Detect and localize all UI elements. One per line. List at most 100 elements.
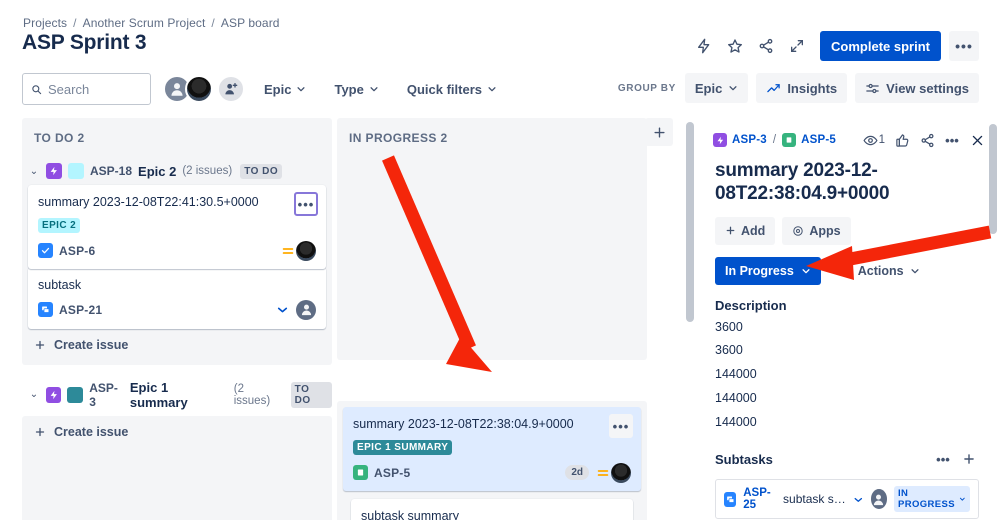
epic-group-header-asp-18[interactable]: ⌄ ASP-18 Epic 2 (2 issues) TO DO [22, 157, 332, 185]
plus-icon [35, 427, 45, 437]
page-scrollbar-thumb[interactable] [989, 124, 997, 234]
panel-subtask-row[interactable]: ASP-25 subtask sum... IN PROGRESS [715, 479, 979, 520]
epic-filter-label: Epic [264, 81, 292, 97]
close-icon[interactable] [965, 128, 989, 152]
issue-card-asp-6[interactable]: summary 2023-12-08T22:41:30.5+0000 ••• E… [28, 185, 326, 269]
add-people-button[interactable] [217, 75, 245, 103]
status-dropdown[interactable]: In Progress [715, 256, 821, 285]
assignee-avatar[interactable] [870, 489, 887, 510]
breadcrumb-item-project[interactable]: Another Scrum Project [83, 16, 206, 30]
medium-priority-icon [282, 247, 294, 254]
search-input[interactable] [48, 81, 142, 97]
subtask-card-asp-21[interactable]: subtask ASP-21 [28, 266, 326, 329]
card-epic-tag[interactable]: EPIC 1 SUMMARY [353, 439, 453, 455]
expand-icon[interactable] [783, 33, 810, 60]
assignee-avatar[interactable] [296, 240, 316, 261]
add-column-button[interactable] [645, 118, 673, 146]
page-scrollbar[interactable] [989, 124, 997, 516]
issue-card-asp-5[interactable]: summary 2023-12-08T22:38:04.9+0000 ••• E… [343, 407, 641, 491]
assignee-avatar[interactable] [611, 462, 631, 483]
group-by-value: Epic [694, 80, 723, 96]
share-icon[interactable] [915, 128, 939, 152]
column-header-todo: TO DO 2 [22, 118, 332, 157]
actions-dropdown[interactable]: Actions [831, 257, 928, 285]
view-settings-button[interactable]: View settings [855, 73, 979, 103]
star-icon[interactable] [721, 33, 748, 60]
card-epic-tag[interactable]: EPIC 2 [38, 217, 81, 233]
plus-icon [653, 126, 665, 138]
card-footer: ASP-6 [38, 240, 316, 261]
card-title: summary 2023-12-08T22:41:30.5+0000 [38, 195, 259, 209]
filter-bar: Epic Type Quick filters [22, 73, 506, 105]
board-area: TO DO 2 ⌄ ASP-18 Epic 2 (2 issues) TO DO… [0, 118, 681, 520]
breadcrumb-item-board[interactable]: ASP board [221, 16, 280, 30]
like-icon[interactable] [890, 128, 914, 152]
breadcrumb: Projects / Another Scrum Project / ASP board [23, 16, 280, 30]
epic-issue-count: (2 issues) [233, 382, 271, 407]
panel-breadcrumb-issue[interactable]: ASP-5 [801, 134, 836, 146]
panel-action-buttons: 1 ••• [859, 128, 989, 152]
chevron-down-icon [960, 498, 966, 501]
panel-subtask-status[interactable]: IN PROGRESS [893, 486, 970, 513]
subtask-card-asp-25[interactable]: subtask summary ASP-25 [351, 498, 633, 520]
quick-filters-label: Quick filters [406, 81, 482, 97]
assignee-avatar[interactable] [296, 299, 316, 320]
column-body-in-progress-top [337, 157, 647, 360]
share-icon[interactable] [752, 33, 779, 60]
add-subtask-button[interactable] [957, 447, 981, 471]
chevron-down-icon[interactable] [276, 303, 289, 316]
header-actions: Complete sprint ••• [690, 31, 979, 61]
create-issue-button-epic1[interactable]: Create issue [22, 416, 332, 448]
column-body-todo: ⌄ ASP-18 Epic 2 (2 issues) TO DO summary… [22, 157, 332, 365]
group-by-label: GROUP BY [617, 82, 676, 94]
panel-subtask-status-label: IN PROGRESS [897, 488, 955, 511]
card-list-in-progress: summary 2023-12-08T22:38:04.9+0000 ••• E… [337, 401, 647, 520]
panel-breadcrumb-epic[interactable]: ASP-3 [732, 134, 767, 146]
watch-button[interactable]: 1 [859, 128, 889, 152]
lightning-icon[interactable] [690, 33, 717, 60]
card-more-button[interactable]: ••• [294, 192, 318, 216]
chevron-down-icon[interactable]: ⌄ [28, 166, 40, 177]
breadcrumb-separator: / [73, 16, 77, 30]
complete-sprint-button[interactable]: Complete sprint [820, 31, 941, 61]
add-button[interactable]: Add [715, 216, 776, 245]
subtask-card-meta [276, 299, 316, 320]
apps-icon [793, 225, 804, 236]
search-box[interactable] [22, 73, 151, 105]
epic-group-header-asp-3[interactable]: ⌄ ASP-3 Epic 1 summary (2 issues) TO DO [22, 374, 332, 416]
quick-filters-dropdown[interactable]: Quick filters [398, 73, 506, 105]
chevron-down-icon[interactable]: ⌄ [28, 389, 40, 400]
panel-header: ASP-3 / ASP-5 1 ••• [703, 118, 991, 152]
board-scrollbar-thumb[interactable] [686, 122, 694, 322]
subtasks-more-button[interactable]: ••• [931, 447, 955, 471]
apps-button[interactable]: Apps [782, 216, 851, 245]
avatar[interactable] [185, 75, 213, 103]
filter-bar-right: GROUP BY Epic Insights View settings [618, 73, 979, 103]
panel-status-row: In Progress Actions [703, 245, 991, 285]
board-scrollbar[interactable] [686, 122, 694, 516]
plus-icon [726, 226, 735, 235]
search-icon [32, 84, 42, 94]
card-list-todo: summary 2023-12-08T22:41:30.5+0000 ••• E… [22, 185, 332, 329]
column-body-todo-epic1: Create issue [22, 415, 332, 520]
panel-quick-buttons: Add Apps [703, 206, 991, 245]
breadcrumb-item-projects[interactable]: Projects [23, 16, 67, 30]
medium-priority-icon [597, 469, 609, 476]
epic-name: Epic 1 summary [129, 379, 188, 410]
card-more-button[interactable]: ••• [609, 414, 633, 438]
type-filter-dropdown[interactable]: Type [325, 73, 387, 105]
panel-more-actions-button[interactable]: ••• [940, 128, 964, 152]
create-issue-button-epic2[interactable]: Create issue [22, 329, 332, 361]
board-more-actions-button[interactable]: ••• [949, 31, 979, 61]
epic-color-swatch [68, 163, 84, 179]
description-heading: Description [715, 297, 787, 313]
epic-filter-dropdown[interactable]: Epic [255, 73, 315, 105]
chevron-down-icon[interactable] [853, 493, 864, 506]
panel-subtask-key[interactable]: ASP-25 [743, 487, 776, 511]
issue-detail-panel: ASP-3 / ASP-5 1 ••• summary 2023-12-08T2… [703, 118, 991, 520]
create-issue-label: Create issue [54, 337, 129, 352]
chevron-down-icon [297, 87, 306, 92]
insights-button[interactable]: Insights [756, 73, 848, 103]
group-by-dropdown[interactable]: Epic [684, 73, 749, 103]
epic-color-swatch [67, 386, 84, 403]
